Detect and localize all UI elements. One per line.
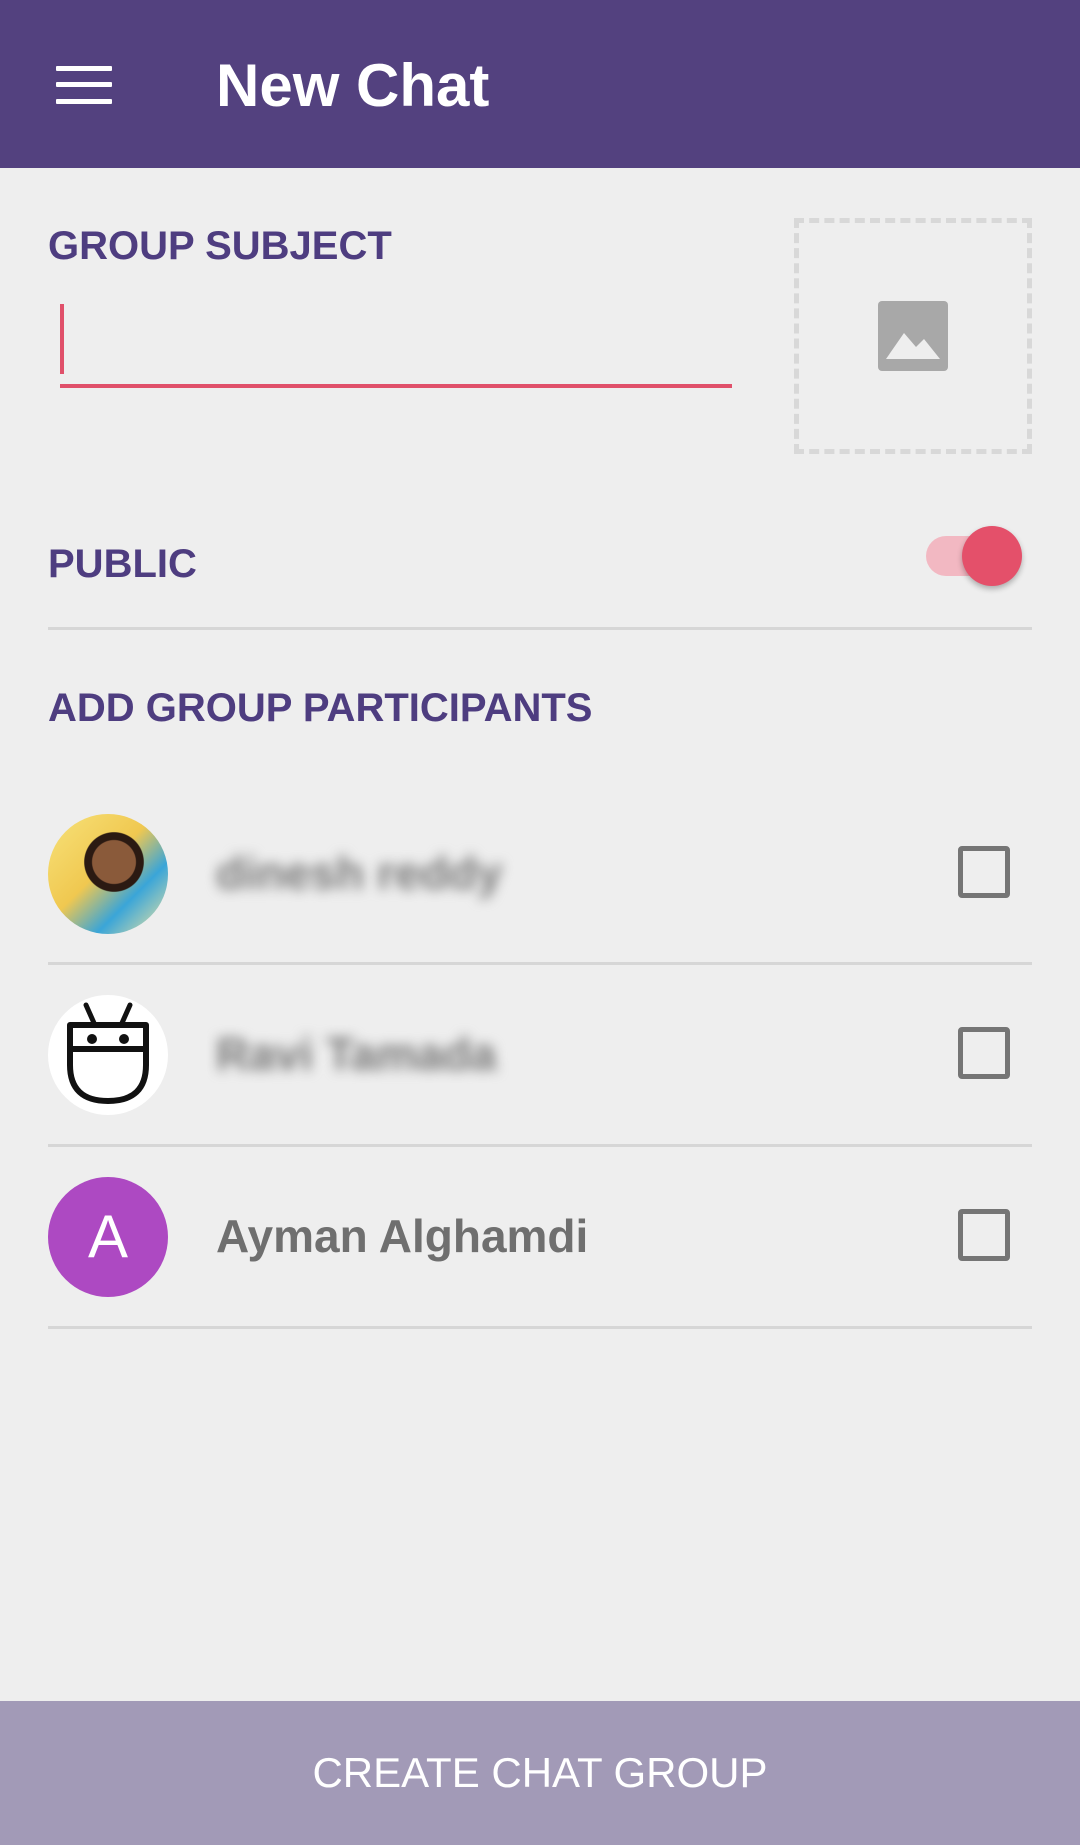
image-icon [878,301,948,371]
participant-row[interactable]: dinesh reddy [48,814,1032,996]
page-title: New Chat [216,52,490,119]
public-toggle[interactable] [924,526,1024,586]
divider [48,627,1032,630]
divider [48,1326,1032,1329]
participant-checkbox[interactable] [958,1027,1010,1079]
bot-face-icon [67,1002,149,1104]
group-subject-label: GROUP SUBJECT [48,224,392,268]
participant-name: Ayman Alghamdi [216,1210,589,1262]
participant-checkbox[interactable] [958,846,1010,898]
create-chat-group-button[interactable]: CREATE CHAT GROUP [0,1701,1080,1845]
toggle-thumb [962,526,1022,586]
participant-checkbox[interactable] [958,1209,1010,1261]
app-toolbar: New Chat [0,0,1080,168]
participant-row[interactable]: A Ayman Alghamdi [48,1177,1032,1359]
group-image-picker[interactable] [794,218,1032,454]
public-label: PUBLIC [48,542,197,586]
avatar: A [48,1177,168,1297]
avatar [48,995,168,1115]
participant-row[interactable]: Ravi Tamada [48,995,1032,1177]
text-cursor [60,304,64,374]
menu-icon[interactable] [56,66,112,104]
divider [48,962,1032,965]
group-subject-input[interactable] [60,300,732,388]
participant-name: Ravi Tamada [216,1028,497,1080]
avatar [48,814,168,934]
divider [48,1144,1032,1147]
participants-label: ADD GROUP PARTICIPANTS [48,686,593,730]
participant-name: dinesh reddy [216,847,503,899]
